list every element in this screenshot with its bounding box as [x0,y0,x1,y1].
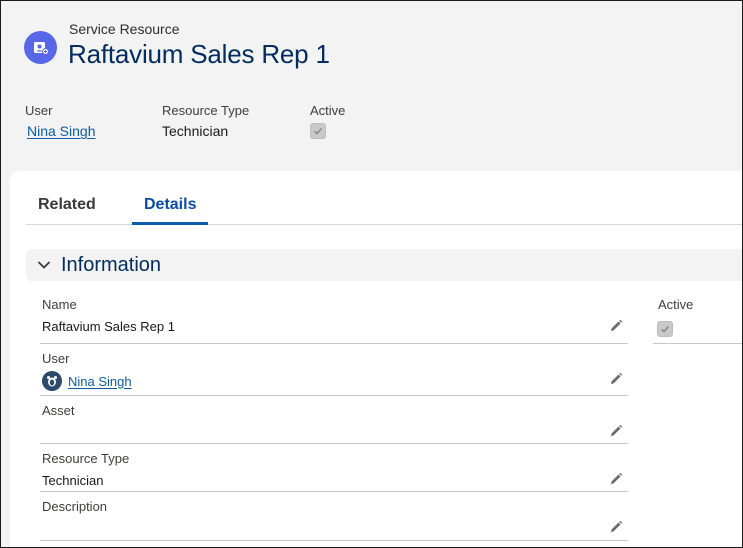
field-active-checkbox [657,321,673,337]
tab-related[interactable]: Related [26,196,108,225]
highlight-active-label: Active [310,103,346,118]
highlight-user-label: User [25,103,53,118]
highlight-resource-type-value: Technician [162,123,229,139]
check-icon [660,325,670,333]
avatar [42,371,62,391]
tab-bar: Related Details [26,185,742,225]
field-user: User Nina Singh [40,344,628,396]
pencil-icon[interactable] [609,372,623,386]
field-user-label: User [42,351,70,366]
service-resource-icon [24,31,57,64]
highlight-user: User Nina Singh [25,103,96,139]
field-resource-type-label: Resource Type [42,451,130,466]
highlight-active: Active [310,103,345,141]
object-type-label: Service Resource [69,21,180,37]
field-resource-type-value: Technician [42,473,104,488]
check-icon [313,127,323,135]
pencil-icon[interactable] [609,472,623,486]
pencil-icon[interactable] [609,424,623,438]
highlight-resource-type-label: Resource Type [162,103,250,118]
service-resource-glyph-icon [33,41,49,55]
field-asset-label: Asset [42,403,75,418]
highlight-user-link[interactable]: Nina Singh [27,123,96,139]
field-active: Active [653,296,742,344]
chevron-down-icon [38,261,50,269]
field-description: Description [40,492,628,541]
app-frame: Service Resource Raftavium Sales Rep 1 U… [0,0,743,548]
field-resource-type: Resource Type Technician [40,444,628,492]
highlight-active-checkbox [310,123,326,139]
field-asset: Asset [40,396,628,444]
field-user-value: Nina Singh [42,371,132,391]
section-title: Information [61,253,162,276]
pencil-icon[interactable] [609,319,623,333]
record-title: Raftavium Sales Rep 1 [68,39,330,69]
highlight-resource-type: Resource Type Technician [162,103,249,139]
details-card: Related Details Information Name Raftavi… [10,171,742,547]
user-avatar-icon [47,376,57,387]
field-user-link[interactable]: Nina Singh [68,374,132,389]
field-name-value: Raftavium Sales Rep 1 [42,319,175,334]
field-name: Name Raftavium Sales Rep 1 [40,296,628,344]
tab-details[interactable]: Details [132,196,209,225]
section-header-information[interactable]: Information [26,249,742,281]
field-description-label: Description [42,499,108,514]
pencil-icon[interactable] [609,520,623,534]
field-name-label: Name [42,297,77,312]
field-active-label: Active [658,297,694,312]
